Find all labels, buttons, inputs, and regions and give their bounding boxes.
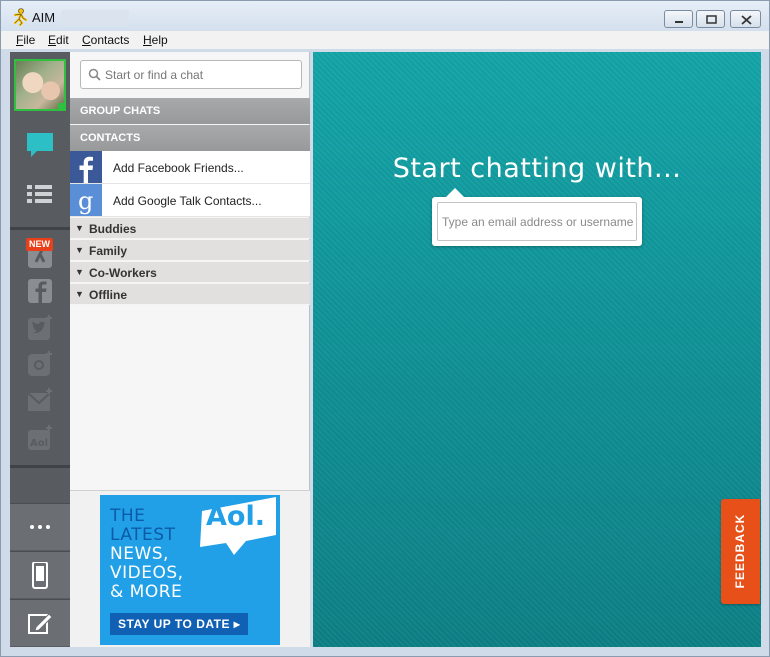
rail-divider <box>10 465 70 468</box>
twitter-add-icon[interactable] <box>24 312 56 344</box>
feedback-button[interactable]: FEEDBACK <box>721 499 760 604</box>
aim-logo-icon <box>13 8 27 26</box>
group-label: Offline <box>89 288 127 302</box>
close-icon <box>741 15 752 25</box>
aol-ad-banner[interactable]: Aol. THE LATEST NEWS, VIDEOS, & MORE STA… <box>100 495 280 645</box>
add-google-row[interactable]: g Add Google Talk Contacts... <box>70 184 310 217</box>
maximize-button[interactable] <box>696 10 725 28</box>
menu-file[interactable]: File <box>16 33 35 47</box>
more-icon <box>30 525 50 529</box>
title-redacted <box>61 10 129 26</box>
section-contacts[interactable]: CONTACTS <box>70 125 310 151</box>
instagram-add-icon[interactable] <box>24 348 56 380</box>
avatar[interactable] <box>14 59 66 111</box>
feedback-label: FEEDBACK <box>733 513 747 589</box>
restore-icon <box>706 15 717 24</box>
svg-text:g: g <box>78 187 93 215</box>
compose-button[interactable] <box>10 599 70 646</box>
ad-line: VIDEOS, <box>110 563 184 583</box>
mobile-button[interactable] <box>10 551 70 598</box>
contacts-panel: GROUP CHATS CONTACTS Add Facebook Friend… <box>70 52 310 647</box>
svg-text:Aol: Aol <box>30 438 48 449</box>
group-buddies[interactable]: ▼ Buddies <box>70 218 310 239</box>
ad-line: & MORE <box>110 582 183 602</box>
group-label: Co-Workers <box>89 266 157 280</box>
facebook-icon[interactable] <box>24 275 56 307</box>
menu-help[interactable]: Help <box>143 33 168 47</box>
aol-add-icon[interactable]: Aol <box>24 422 56 454</box>
chat-icon[interactable] <box>24 129 56 161</box>
facebook-logo-icon <box>70 151 102 183</box>
start-chat-box <box>432 188 642 246</box>
ad-cta-button[interactable]: STAY UP TO DATE ▸ <box>110 613 248 635</box>
start-chatting-title: Start chatting with... <box>392 153 682 184</box>
status-indicator <box>58 103 66 111</box>
search-input[interactable] <box>105 65 295 85</box>
mobile-icon <box>32 562 48 589</box>
minimize-button[interactable] <box>664 10 693 28</box>
new-badge: NEW <box>26 238 53 251</box>
group-label: Family <box>89 244 128 258</box>
collapse-triangle-icon: ▼ <box>75 245 84 255</box>
google-logo-icon: g <box>70 184 102 216</box>
ad-line: NEWS, <box>110 544 169 564</box>
ad-line: THE <box>110 506 146 526</box>
add-google-label: Add Google Talk Contacts... <box>113 194 262 208</box>
collapse-triangle-icon: ▼ <box>75 289 84 299</box>
search-box[interactable] <box>80 60 302 89</box>
ad-headline: THE LATEST NEWS, VIDEOS, & MORE <box>110 507 184 602</box>
menu-edit[interactable]: Edit <box>48 33 69 47</box>
search-icon <box>88 68 101 81</box>
group-co-workers[interactable]: ▼ Co-Workers <box>70 262 310 283</box>
collapse-triangle-icon: ▼ <box>75 223 84 233</box>
add-facebook-row[interactable]: Add Facebook Friends... <box>70 151 310 184</box>
compose-icon <box>28 613 53 634</box>
menu-contacts[interactable]: Contacts <box>82 33 129 47</box>
recipient-input[interactable] <box>437 202 637 241</box>
window-titlebar: AIM <box>0 0 770 31</box>
left-rail: NEW Aol <box>10 52 70 647</box>
window-title: AIM <box>32 10 56 25</box>
ad-area: Aol. THE LATEST NEWS, VIDEOS, & MORE STA… <box>70 490 310 647</box>
email-add-icon[interactable] <box>24 385 56 417</box>
menu-bar: File Edit Contacts Help <box>0 31 770 49</box>
contacts-list-icon[interactable] <box>24 179 56 211</box>
add-facebook-label: Add Facebook Friends... <box>113 161 244 175</box>
minimize-icon <box>675 21 683 23</box>
aol-logo: Aol. <box>206 501 265 532</box>
ad-line: LATEST <box>110 525 176 545</box>
chat-main-area: Start chatting with... <box>313 52 761 647</box>
group-label: Buddies <box>89 222 137 236</box>
more-button[interactable] <box>10 503 70 550</box>
group-family[interactable]: ▼ Family <box>70 240 310 261</box>
section-group-chats[interactable]: GROUP CHATS <box>70 98 310 124</box>
close-button[interactable] <box>730 10 761 28</box>
group-offline[interactable]: ▼ Offline <box>70 284 310 305</box>
rail-divider <box>10 227 70 230</box>
collapse-triangle-icon: ▼ <box>75 267 84 277</box>
